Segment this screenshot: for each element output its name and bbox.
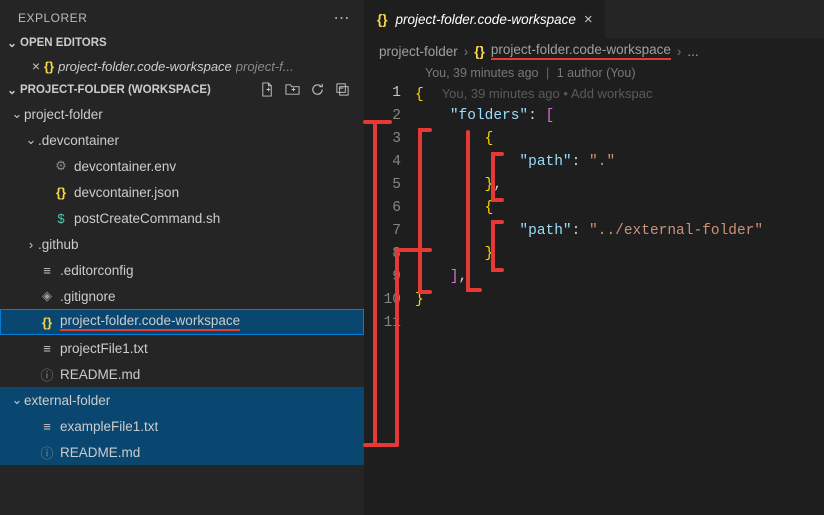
breadcrumb[interactable]: project-folder › {} project-folder.code-… (365, 38, 824, 64)
refresh-icon[interactable] (310, 82, 325, 97)
tree-folder[interactable]: ⌄project-folder (0, 101, 364, 127)
code-line[interactable]: "path": "." (415, 151, 824, 174)
collapse-all-icon[interactable] (335, 82, 350, 97)
json-icon: {} (38, 315, 56, 330)
open-editor-item[interactable]: × {} project-folder.code-workspace proje… (0, 54, 364, 78)
tree-label: projectFile1.txt (60, 341, 148, 356)
breadcrumb-part[interactable]: project-folder (379, 44, 458, 59)
code-line[interactable]: ], (415, 266, 824, 289)
tree-file[interactable]: ⓘ README.md (0, 439, 364, 465)
new-file-icon[interactable] (260, 82, 275, 97)
tree-file[interactable]: ≡ exampleFile1.txt (0, 413, 364, 439)
tree-folder[interactable]: ⌄external-folder (0, 387, 364, 413)
tree-label: exampleFile1.txt (60, 419, 158, 434)
info-icon: ⓘ (38, 443, 56, 462)
json-icon: {} (44, 59, 54, 74)
tree-label: README.md (60, 445, 140, 460)
tree-label: devcontainer.json (74, 185, 179, 200)
file-tree[interactable]: ⌄project-folder⌄.devcontainer⚙devcontain… (0, 101, 364, 515)
code-line[interactable]: } (415, 243, 824, 266)
tab-label: project-folder.code-workspace (396, 12, 576, 27)
open-editors-label: OPEN EDITORS (20, 37, 107, 49)
info-icon: ⓘ (38, 365, 56, 384)
tree-label: .editorconfig (60, 263, 134, 278)
gear-icon: ⚙ (52, 158, 70, 174)
dollar-icon: $ (52, 211, 70, 226)
more-actions-icon[interactable]: ⋯ (334, 8, 351, 28)
json-icon: {} (474, 44, 485, 59)
explorer-sidebar: EXPLORER ⋯ ⌄ OPEN EDITORS × {} project-f… (0, 0, 365, 515)
chevron-down-icon: ⌄ (10, 392, 24, 408)
code-line[interactable] (415, 312, 824, 335)
json-icon: {} (377, 12, 388, 27)
line-gutter: 1234567891011 (365, 82, 415, 515)
tree-label: README.md (60, 367, 140, 382)
tree-file[interactable]: {} project-folder.code-workspace (0, 309, 364, 335)
code-content[interactable]: {You, 39 minutes ago • Add workspac "fol… (415, 82, 824, 515)
workspace-section[interactable]: ⌄ PROJECT-FOLDER (WORKSPACE) (0, 78, 364, 101)
tree-file[interactable]: ⓘ README.md (0, 361, 364, 387)
tree-file[interactable]: ⚙ devcontainer.env (0, 153, 364, 179)
chevron-down-icon: ⌄ (4, 83, 20, 97)
tree-label: .devcontainer (38, 133, 119, 148)
chevron-right-icon: › (464, 44, 469, 59)
chevron-down-icon: ⌄ (10, 106, 24, 122)
breadcrumb-part[interactable]: project-folder.code-workspace (491, 42, 671, 60)
editor-group: {} project-folder.code-workspace × proje… (365, 0, 824, 515)
gitlens-authors: 1 author (You) (557, 66, 636, 80)
tree-label: .gitignore (60, 289, 116, 304)
tree-file[interactable]: $ postCreateCommand.sh (0, 205, 364, 231)
file-lines-icon: ≡ (38, 419, 56, 434)
tree-label: project-folder (24, 107, 103, 122)
tree-file[interactable]: ◈ .gitignore (0, 283, 364, 309)
new-folder-icon[interactable] (285, 82, 300, 97)
json-icon: {} (52, 185, 70, 200)
code-line[interactable]: "folders": [ (415, 105, 824, 128)
chevron-down-icon: ⌄ (4, 36, 20, 50)
chevron-down-icon: ⌄ (24, 132, 38, 148)
close-icon[interactable]: × (584, 11, 593, 28)
editor-tabs: {} project-folder.code-workspace × (365, 0, 824, 38)
code-line[interactable]: { (415, 128, 824, 151)
code-line[interactable]: {You, 39 minutes ago • Add workspac (415, 82, 824, 105)
tab-workspace-file[interactable]: {} project-folder.code-workspace × (365, 0, 606, 38)
open-editor-path: project-f... (236, 59, 294, 74)
file-lines-icon: ≡ (38, 341, 56, 356)
code-line[interactable]: }, (415, 174, 824, 197)
open-editors-section[interactable]: ⌄ OPEN EDITORS (0, 32, 364, 54)
tree-file[interactable]: ≡ projectFile1.txt (0, 335, 364, 361)
workspace-actions (260, 82, 356, 97)
tree-label: external-folder (24, 393, 110, 408)
close-icon[interactable]: × (28, 58, 44, 74)
tree-label: .github (38, 237, 79, 252)
code-line[interactable]: "path": "../external-folder" (415, 220, 824, 243)
tree-folder[interactable]: ⌄.devcontainer (0, 127, 364, 153)
file-lines-icon: ≡ (38, 263, 56, 278)
chevron-right-icon: › (677, 44, 682, 59)
explorer-header: EXPLORER ⋯ (0, 0, 364, 32)
code-line[interactable]: { (415, 197, 824, 220)
chevron-right-icon: › (24, 237, 38, 252)
code-editor[interactable]: 1234567891011 {You, 39 minutes ago • Add… (365, 82, 824, 515)
tree-file[interactable]: {} devcontainer.json (0, 179, 364, 205)
breadcrumb-part[interactable]: ... (687, 44, 698, 59)
open-editor-label: project-folder.code-workspace (58, 59, 232, 74)
gitignore-icon: ◈ (38, 288, 56, 304)
gitlens-codelens[interactable]: You, 39 minutes ago | 1 author (You) (365, 64, 824, 82)
tree-label: postCreateCommand.sh (74, 211, 220, 226)
explorer-title: EXPLORER (18, 11, 87, 25)
tree-label: project-folder.code-workspace (60, 313, 240, 331)
code-line[interactable]: } (415, 289, 824, 312)
tree-label: devcontainer.env (74, 159, 176, 174)
tree-folder[interactable]: ›.github (0, 231, 364, 257)
tree-file[interactable]: ≡ .editorconfig (0, 257, 364, 283)
inline-blame: You, 39 minutes ago • Add workspac (442, 86, 653, 101)
workspace-label: PROJECT-FOLDER (WORKSPACE) (20, 84, 211, 96)
gitlens-author: You, 39 minutes ago (425, 66, 539, 80)
